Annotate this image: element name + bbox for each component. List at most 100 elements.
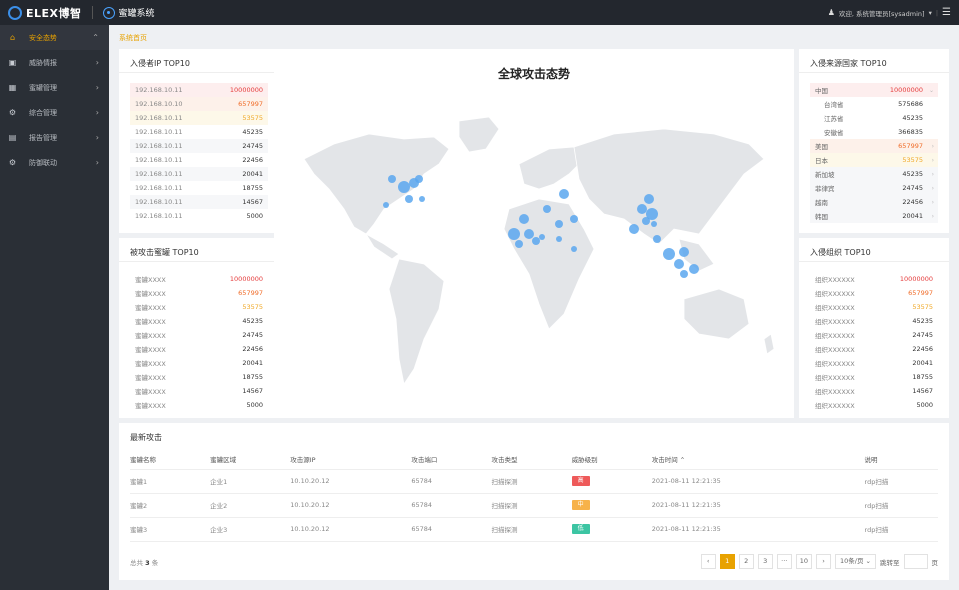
page-button[interactable]: 2: [738, 554, 754, 569]
list-item[interactable]: 组织XXXXXX 5000: [810, 398, 938, 412]
breadcrumb[interactable]: 系统首页: [119, 33, 147, 43]
attack-source-dot[interactable]: [519, 214, 529, 224]
attack-source-dot[interactable]: [689, 264, 699, 274]
list-item[interactable]: 蜜罐XXXX 24745: [130, 328, 268, 342]
attack-source-dot[interactable]: [508, 228, 520, 240]
list-item[interactable]: 192.168.10.11 45235: [130, 125, 268, 139]
list-item[interactable]: 192.168.10.11 18755: [130, 181, 268, 195]
item-name: 蜜罐XXXX: [135, 360, 166, 368]
attack-source-dot[interactable]: [559, 189, 569, 199]
list-item[interactable]: 蜜罐XXXX 22456: [130, 342, 268, 356]
attack-source-dot[interactable]: [398, 181, 410, 193]
attack-source-dot[interactable]: [539, 234, 545, 240]
cell-zone: 企业2: [210, 493, 291, 518]
attack-source-dot[interactable]: [543, 205, 551, 213]
country-row[interactable]: 越南 22456 ›: [810, 195, 938, 209]
list-item[interactable]: 192.168.10.11 53575: [130, 111, 268, 125]
country-row[interactable]: 江苏省 45235: [810, 111, 938, 125]
attack-source-dot[interactable]: [571, 246, 577, 252]
attack-source-dot[interactable]: [680, 270, 688, 278]
attack-source-dot[interactable]: [515, 240, 523, 248]
list-item[interactable]: 192.168.10.11 5000: [130, 209, 268, 223]
list-item[interactable]: 组织XXXXXX 18755: [810, 370, 938, 384]
attack-source-dot[interactable]: [679, 247, 689, 257]
list-item[interactable]: 组织XXXXXX 10000000: [810, 272, 938, 286]
attack-source-dot[interactable]: [415, 175, 423, 183]
attack-source-dot[interactable]: [674, 259, 684, 269]
page-button[interactable]: 10: [795, 554, 813, 569]
list-item[interactable]: 192.168.10.10 657997: [130, 97, 268, 111]
country-row[interactable]: 韩国 20041 ›: [810, 209, 938, 223]
list-item[interactable]: 组织XXXXXX 45235: [810, 314, 938, 328]
list-item[interactable]: 蜜罐XXXX 20041: [130, 356, 268, 370]
prev-page-button[interactable]: ‹: [700, 554, 716, 569]
menu-icon[interactable]: ☰: [942, 7, 951, 18]
table-row[interactable]: 蜜罐3 企业3 10.10.20.12 65784 扫描探测低 2021-08-11 12…: [130, 517, 938, 542]
attack-source-dot[interactable]: [388, 175, 396, 183]
jump-input[interactable]: [903, 554, 928, 569]
attack-source-dot[interactable]: [653, 235, 661, 243]
page-button[interactable]: 1: [719, 554, 735, 569]
sidebar-item-report-mgmt[interactable]: ▤ 报告管理 ›: [0, 125, 109, 150]
cell-port: 65784: [411, 469, 492, 494]
country-row[interactable]: 台湾省 575686: [810, 97, 938, 111]
country-row[interactable]: 中国 10000000 ⌄: [810, 83, 938, 97]
country-row[interactable]: 新加坡 45235 ›: [810, 167, 938, 181]
attack-source-dot[interactable]: [555, 220, 563, 228]
sidebar-item-threat-intel[interactable]: ▣ 威胁情报 ›: [0, 50, 109, 75]
list-item[interactable]: 192.168.10.11 24745: [130, 139, 268, 153]
country-row[interactable]: 菲律宾 24745 ›: [810, 181, 938, 195]
next-page-button[interactable]: ›: [816, 554, 832, 569]
attack-source-dot[interactable]: [642, 217, 650, 225]
attack-source-dot[interactable]: [383, 202, 389, 208]
list-item[interactable]: 组织XXXXXX 657997: [810, 286, 938, 300]
page-button[interactable]: 3: [757, 554, 773, 569]
attack-source-dot[interactable]: [419, 196, 425, 202]
page-size-select[interactable]: 10条/页 ⌄: [835, 554, 876, 569]
column-header[interactable]: 攻击时间 ⌃: [651, 450, 865, 470]
sidebar-item-honeypot-mgmt[interactable]: ▦ 蜜罐管理 ›: [0, 75, 109, 100]
list-item[interactable]: 蜜罐XXXX 5000: [130, 398, 268, 412]
list-item[interactable]: 192.168.10.11 14567: [130, 195, 268, 209]
attack-source-dot[interactable]: [651, 221, 657, 227]
attack-source-dot[interactable]: [524, 229, 534, 239]
list-item[interactable]: 组织XXXXXX 22456: [810, 342, 938, 356]
table-row[interactable]: 蜜罐2 企业2 10.10.20.12 65784 扫描探测中 2021-08-11 12…: [130, 493, 938, 518]
list-item[interactable]: 组织XXXXXX 53575: [810, 300, 938, 314]
sidebar: ⌂ 安全态势 ⌃ ▣ 威胁情报 › ▦ 蜜罐管理 › ⚙ 综合管理 › ▤ 报告…: [0, 25, 109, 590]
list-item[interactable]: 组织XXXXXX 20041: [810, 356, 938, 370]
sidebar-item-security-situation[interactable]: ⌂ 安全态势 ⌃: [0, 25, 109, 50]
list-item[interactable]: 蜜罐XXXX 10000000: [130, 272, 268, 286]
page-unit: 页: [931, 558, 939, 567]
attack-source-dot[interactable]: [637, 204, 647, 214]
chevron-down-icon[interactable]: ▾: [929, 9, 932, 17]
list-item[interactable]: 192.168.10.11 20041: [130, 167, 268, 181]
country-row[interactable]: 安徽省 366835: [810, 125, 938, 139]
sidebar-item-general-mgmt[interactable]: ⚙ 综合管理 ›: [0, 100, 109, 125]
country-row[interactable]: 美国 657997 ›: [810, 139, 938, 153]
user-icon: ♟: [827, 8, 835, 17]
list-item[interactable]: 蜜罐XXXX 18755: [130, 370, 268, 384]
list-item[interactable]: 蜜罐XXXX 53575: [130, 300, 268, 314]
attack-source-dot[interactable]: [570, 215, 578, 223]
report-icon: ▤: [8, 133, 17, 142]
list-item[interactable]: 蜜罐XXXX 45235: [130, 314, 268, 328]
attack-source-dot[interactable]: [532, 237, 540, 245]
welcome-text[interactable]: 欢迎, 系统管理员[sysadmin]: [839, 8, 925, 18]
attack-source-dot[interactable]: [663, 248, 675, 260]
list-item[interactable]: 192.168.10.11 22456: [130, 153, 268, 167]
table-row[interactable]: 蜜罐1 企业1 10.10.20.12 65784 扫描探测高 2021-08-11 12…: [130, 469, 938, 494]
page-button[interactable]: ···: [776, 554, 792, 569]
list-item[interactable]: 192.168.10.11 10000000: [130, 83, 268, 97]
attack-source-dot[interactable]: [644, 194, 654, 204]
attack-source-dot[interactable]: [629, 224, 639, 234]
list-item[interactable]: 组织XXXXXX 24745: [810, 328, 938, 342]
list-item[interactable]: 组织XXXXXX 14567: [810, 384, 938, 398]
sidebar-item-defense-linkage[interactable]: ⚙ 防御联动 ›: [0, 150, 109, 175]
country-row[interactable]: 日本 53575 ›: [810, 153, 938, 167]
list-item[interactable]: 蜜罐XXXX 14567: [130, 384, 268, 398]
country-name: 江苏省: [824, 115, 844, 123]
list-item[interactable]: 蜜罐XXXX 657997: [130, 286, 268, 300]
attack-source-dot[interactable]: [556, 236, 562, 242]
attack-source-dot[interactable]: [405, 195, 413, 203]
